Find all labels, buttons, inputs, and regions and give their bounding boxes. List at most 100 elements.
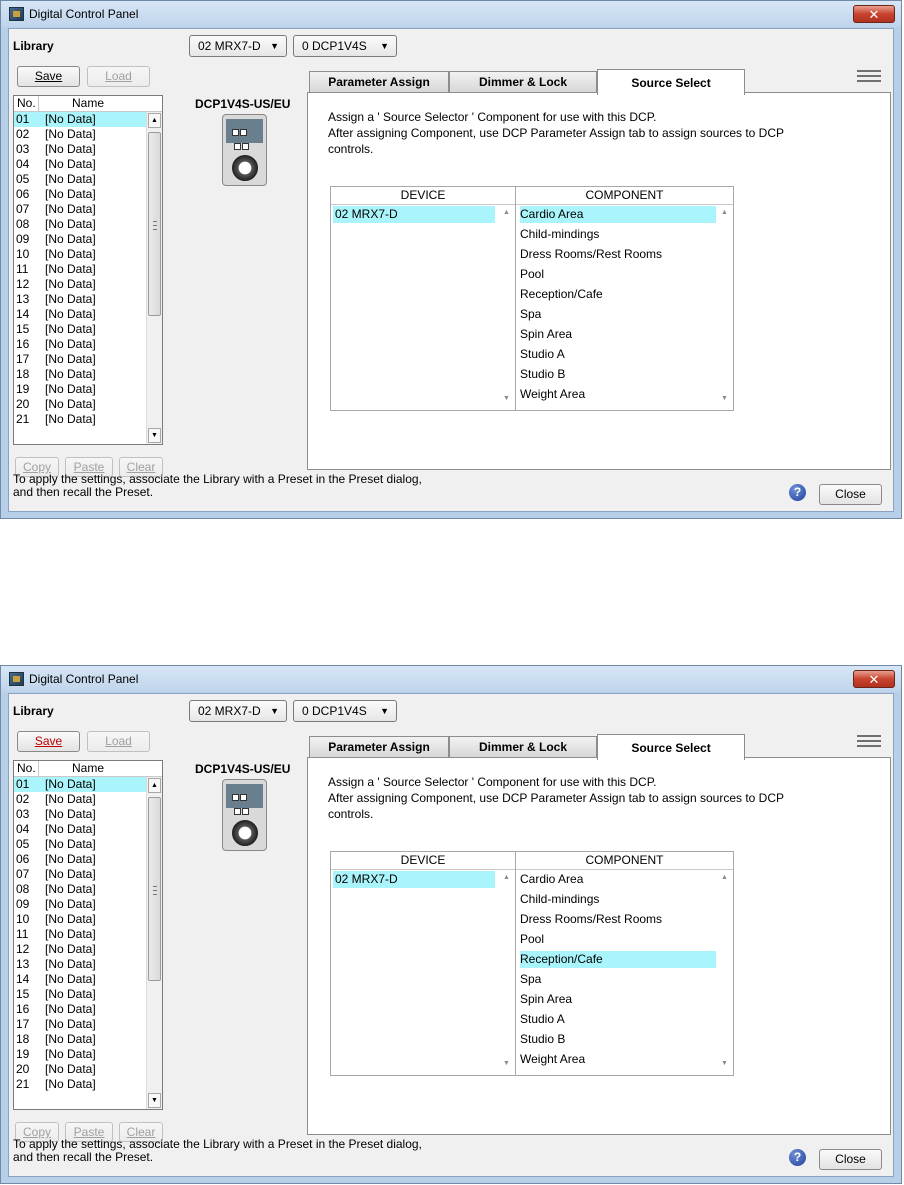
menu-icon[interactable] (857, 70, 881, 84)
list-item[interactable]: Dress Rooms/Rest Rooms (518, 246, 716, 266)
list-item[interactable]: Studio A (518, 1011, 716, 1031)
table-row[interactable]: 10 [No Data] (14, 912, 148, 927)
menu-icon[interactable] (857, 735, 881, 749)
list-item[interactable]: Pool (518, 931, 716, 951)
dcp-dropdown[interactable]: 0 DCP1V4S ▼ (293, 35, 397, 57)
scroll-down-icon[interactable]: ▼ (721, 1060, 728, 1067)
device-list-item[interactable]: 02 MRX7-D (333, 871, 495, 888)
table-row[interactable]: 07 [No Data] (14, 867, 148, 882)
table-row[interactable]: 01 [No Data] (14, 777, 148, 792)
table-row[interactable]: 05 [No Data] (14, 837, 148, 852)
list-item[interactable]: Spa (518, 306, 716, 326)
library-list[interactable]: No. Name 01 [No Data] 02 [No Data] 03 [No Dat… (13, 760, 163, 1110)
table-row[interactable]: 06 [No Data] (14, 187, 148, 202)
close-window-icon[interactable]: ✕ (853, 5, 895, 23)
table-row[interactable]: 13 [No Data] (14, 957, 148, 972)
scroll-thumb[interactable] (148, 132, 161, 316)
list-item[interactable]: Spin Area (518, 991, 716, 1011)
library-scrollbar[interactable]: ▲ ▼ (146, 112, 162, 444)
list-item[interactable]: Studio A (518, 346, 716, 366)
column-header-no[interactable]: No. (17, 96, 36, 110)
table-row[interactable]: 14 [No Data] (14, 972, 148, 987)
column-header-name[interactable]: Name (72, 96, 104, 110)
list-item[interactable]: Studio B (518, 366, 716, 386)
component-list[interactable]: Cardio Area Child-mindings Dress Rooms/Res… (518, 206, 716, 406)
list-item[interactable]: Pool (518, 266, 716, 286)
help-icon[interactable]: ? (789, 484, 806, 501)
table-row[interactable]: 17 [No Data] (14, 352, 148, 367)
table-row[interactable]: 13 [No Data] (14, 292, 148, 307)
table-row[interactable]: 12 [No Data] (14, 942, 148, 957)
list-item[interactable]: Spa (518, 971, 716, 991)
device-list-item[interactable]: 02 MRX7-D (333, 206, 495, 223)
table-row[interactable]: 09 [No Data] (14, 897, 148, 912)
table-row[interactable]: 16 [No Data] (14, 1002, 148, 1017)
list-item[interactable]: Dress Rooms/Rest Rooms (518, 911, 716, 931)
table-row[interactable]: 11 [No Data] (14, 927, 148, 942)
table-row[interactable]: 15 [No Data] (14, 987, 148, 1002)
device-dropdown[interactable]: 02 MRX7-D ▼ (189, 700, 287, 722)
tab-parameter-assign[interactable]: Parameter Assign (309, 736, 449, 758)
list-item[interactable]: Weight Area (518, 386, 716, 406)
list-item[interactable]: Child-mindings (518, 891, 716, 911)
list-item[interactable]: Reception/Cafe (518, 951, 716, 971)
close-button[interactable]: Close (819, 1149, 882, 1170)
list-item[interactable]: Cardio Area (518, 871, 716, 891)
dcp-device-image[interactable] (222, 114, 267, 186)
dcp-dropdown[interactable]: 0 DCP1V4S ▼ (293, 700, 397, 722)
title-bar[interactable]: Digital Control Panel ✕ (1, 666, 901, 692)
scroll-up-icon[interactable]: ▲ (503, 209, 510, 216)
component-list[interactable]: Cardio Area Child-mindings Dress Rooms/Res… (518, 871, 716, 1071)
table-row[interactable]: 03 [No Data] (14, 142, 148, 157)
table-row[interactable]: 20 [No Data] (14, 1062, 148, 1077)
table-row[interactable]: 19 [No Data] (14, 382, 148, 397)
table-row[interactable]: 21 [No Data] (14, 412, 148, 427)
scroll-down-icon[interactable]: ▼ (503, 1060, 510, 1067)
table-row[interactable]: 07 [No Data] (14, 202, 148, 217)
close-window-icon[interactable]: ✕ (853, 670, 895, 688)
library-scrollbar[interactable]: ▲ ▼ (146, 777, 162, 1109)
list-item[interactable]: Studio B (518, 1031, 716, 1051)
dcp-device-image[interactable] (222, 779, 267, 851)
scroll-up-icon[interactable]: ▲ (721, 874, 728, 881)
table-row[interactable]: 18 [No Data] (14, 367, 148, 382)
table-row[interactable]: 04 [No Data] (14, 157, 148, 172)
close-button[interactable]: Close (819, 484, 882, 505)
tab-dimmer-lock[interactable]: Dimmer & Lock (449, 736, 597, 758)
tab-parameter-assign[interactable]: Parameter Assign (309, 71, 449, 93)
table-row[interactable]: 08 [No Data] (14, 882, 148, 897)
table-row[interactable]: 05 [No Data] (14, 172, 148, 187)
table-row[interactable]: 14 [No Data] (14, 307, 148, 322)
table-row[interactable]: 15 [No Data] (14, 322, 148, 337)
list-item[interactable]: Cardio Area (518, 206, 716, 226)
scroll-down-icon[interactable]: ▼ (503, 395, 510, 402)
save-button[interactable]: Save (17, 731, 80, 752)
list-item[interactable]: Reception/Cafe (518, 286, 716, 306)
list-item[interactable]: Child-mindings (518, 226, 716, 246)
device-dropdown[interactable]: 02 MRX7-D ▼ (189, 35, 287, 57)
scroll-thumb[interactable] (148, 797, 161, 981)
column-header-no[interactable]: No. (17, 761, 36, 775)
table-row[interactable]: 11 [No Data] (14, 262, 148, 277)
tab-source-select[interactable]: Source Select (597, 734, 745, 760)
table-row[interactable]: 06 [No Data] (14, 852, 148, 867)
table-row[interactable]: 18 [No Data] (14, 1032, 148, 1047)
table-row[interactable]: 12 [No Data] (14, 277, 148, 292)
table-row[interactable]: 17 [No Data] (14, 1017, 148, 1032)
scroll-down-icon[interactable]: ▼ (721, 395, 728, 402)
scroll-up-icon[interactable]: ▲ (503, 874, 510, 881)
table-row[interactable]: 16 [No Data] (14, 337, 148, 352)
table-row[interactable]: 01 [No Data] (14, 112, 148, 127)
list-item[interactable]: Weight Area (518, 1051, 716, 1071)
scroll-up-icon[interactable]: ▲ (148, 113, 161, 128)
table-row[interactable]: 02 [No Data] (14, 792, 148, 807)
table-row[interactable]: 04 [No Data] (14, 822, 148, 837)
column-header-name[interactable]: Name (72, 761, 104, 775)
table-row[interactable]: 10 [No Data] (14, 247, 148, 262)
scroll-down-icon[interactable]: ▼ (148, 428, 161, 443)
table-row[interactable]: 09 [No Data] (14, 232, 148, 247)
table-row[interactable]: 20 [No Data] (14, 397, 148, 412)
save-button[interactable]: Save (17, 66, 80, 87)
table-row[interactable]: 21 [No Data] (14, 1077, 148, 1092)
load-button[interactable]: Load (87, 731, 150, 752)
